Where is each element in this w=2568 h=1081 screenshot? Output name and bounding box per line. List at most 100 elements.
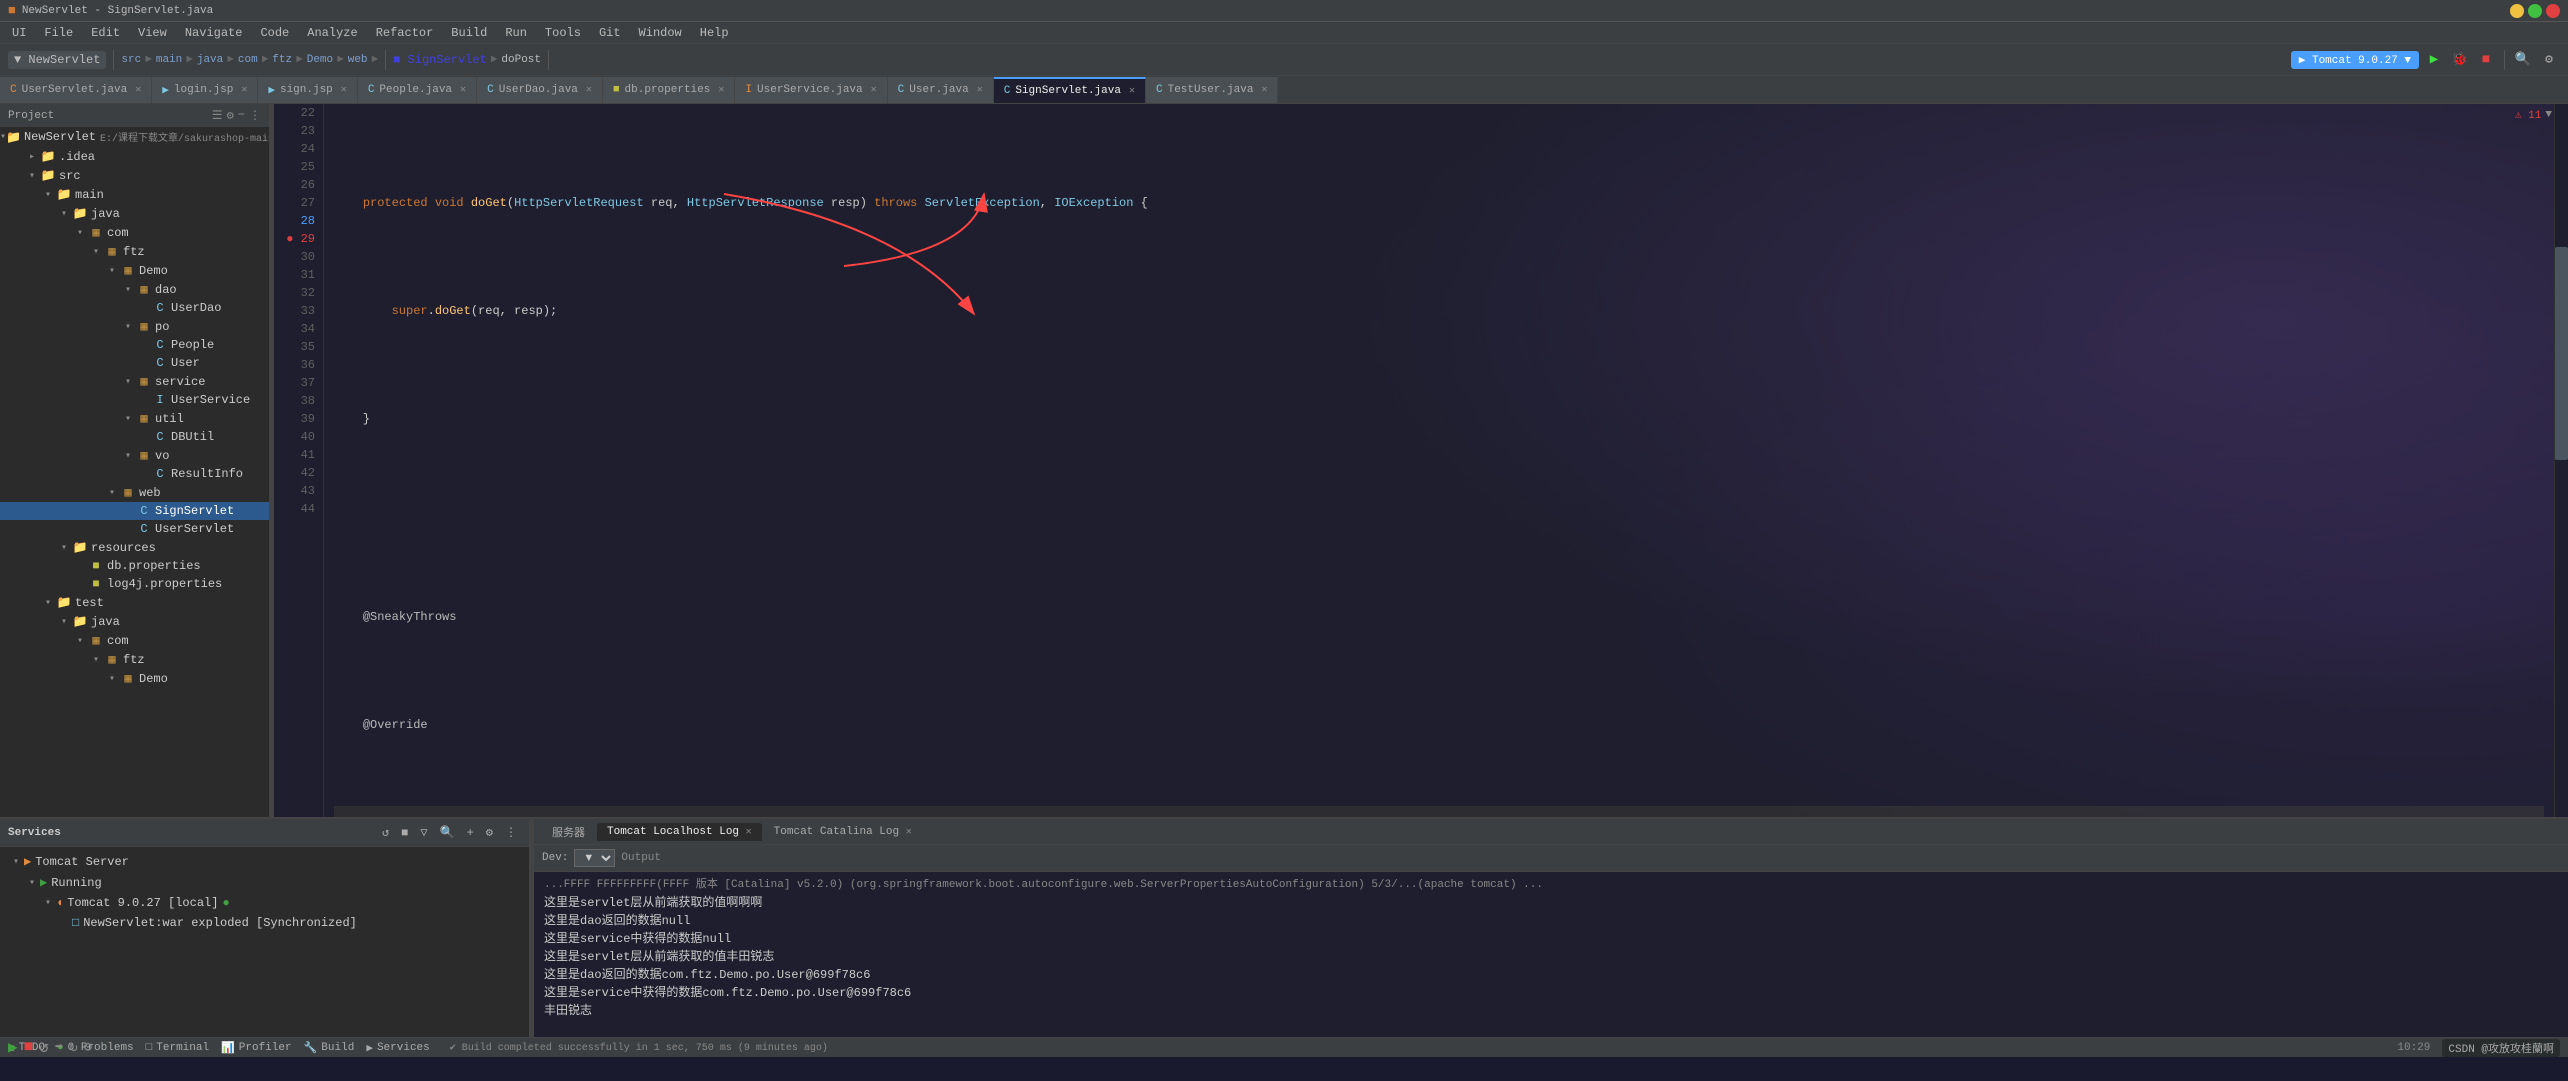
services-btn-filter[interactable]: ▽ <box>416 823 431 842</box>
close-button[interactable] <box>2546 4 2560 18</box>
nav-main[interactable]: main <box>156 54 182 66</box>
tree-item-resources[interactable]: ▾ 📁 resources <box>0 538 269 557</box>
tab-login[interactable]: ▶ login.jsp ✕ <box>152 77 258 103</box>
menu-build[interactable]: Build <box>443 24 495 42</box>
menu-file[interactable]: File <box>36 24 81 42</box>
menu-code[interactable]: Code <box>252 24 297 42</box>
output-tab-localhost-close[interactable]: ✕ <box>746 827 752 838</box>
tree-item-resultinfo[interactable]: C ResultInfo <box>0 465 269 483</box>
services-btn-restart[interactable]: ↺ <box>378 823 393 842</box>
services-options-btn[interactable]: ⋮ <box>501 823 521 842</box>
menu-view[interactable]: View <box>130 24 175 42</box>
services-btn-stop[interactable]: ■ <box>397 824 412 842</box>
sidebar-icon-settings[interactable]: ⚙ <box>227 108 234 123</box>
tab-close-user-servlet[interactable]: ✕ <box>135 84 141 96</box>
sign-servlet-link[interactable]: ■ SignServlet <box>393 53 487 67</box>
output-content[interactable]: ...FFFF FFFFFFFFF(FFFF 版本 [Catalina] v5.… <box>534 872 2568 1037</box>
tab-user-dao[interactable]: C UserDao.java ✕ <box>477 77 603 103</box>
project-selector[interactable]: ▼ NewServlet <box>8 51 106 69</box>
tree-item-userservice[interactable]: I UserService <box>0 391 269 409</box>
services-settings-btn[interactable]: ⚙ <box>482 823 497 842</box>
sidebar-icon-list[interactable]: ☰ <box>212 108 223 123</box>
debug-button[interactable]: 🐞 <box>2449 49 2471 71</box>
tree-item-util[interactable]: ▾ ▦ util <box>0 409 269 428</box>
do-post-link[interactable]: doPost <box>501 54 541 66</box>
tree-item-idea[interactable]: ▸ 📁 .idea <box>0 147 269 166</box>
maximize-button[interactable] <box>2528 4 2542 18</box>
menu-ui[interactable]: UI <box>4 24 34 42</box>
nav-com[interactable]: com <box>238 54 258 66</box>
tree-item-userdao[interactable]: C UserDao <box>0 299 269 317</box>
tree-item-java[interactable]: ▾ 📁 java <box>0 204 269 223</box>
tab-user-service[interactable]: I UserService.java ✕ <box>735 77 887 103</box>
dev-select[interactable]: ▼ <box>574 849 615 867</box>
menu-edit[interactable]: Edit <box>83 24 128 42</box>
services-btn-add[interactable]: + <box>463 824 478 842</box>
tree-item-signservlet[interactable]: C SignServlet <box>0 502 269 520</box>
tree-item-ftz-test[interactable]: ▾ ▦ ftz <box>0 650 269 669</box>
menu-navigate[interactable]: Navigate <box>177 24 251 42</box>
tree-item-dbprops[interactable]: ■ db.properties <box>0 557 269 575</box>
output-tab-catalina-close[interactable]: ✕ <box>906 827 912 838</box>
nav-ftz[interactable]: ftz <box>272 54 292 66</box>
tree-item-dao[interactable]: ▾ ▦ dao <box>0 280 269 299</box>
output-tab-catalina[interactable]: Tomcat Catalina Log ✕ <box>764 823 922 841</box>
minimap-scrollbar[interactable] <box>2554 104 2568 817</box>
stop-button[interactable]: ■ <box>2475 49 2497 71</box>
tab-close-people[interactable]: ✕ <box>460 84 466 96</box>
tree-item-test[interactable]: ▾ 📁 test <box>0 593 269 612</box>
tab-sign[interactable]: ▶ sign.jsp ✕ <box>258 77 357 103</box>
tree-item-demo[interactable]: ▾ ▦ Demo <box>0 261 269 280</box>
error-indicator[interactable]: ⚠ 11 ▼ <box>2515 108 2552 122</box>
tree-item-dbutil[interactable]: C DBUtil <box>0 428 269 446</box>
tab-sign-servlet[interactable]: C SignServlet.java ✕ <box>994 77 1146 103</box>
minimize-button[interactable] <box>2510 4 2524 18</box>
tab-close-sign[interactable]: ✕ <box>341 84 347 96</box>
tab-close-user-dao[interactable]: ✕ <box>586 84 592 96</box>
tree-item-demo-test[interactable]: ▾ ▦ Demo <box>0 669 269 688</box>
run-config[interactable]: ▶ Tomcat 9.0.27 ▼ <box>2291 51 2419 69</box>
tree-item-main[interactable]: ▾ 📁 main <box>0 185 269 204</box>
tab-db[interactable]: ■ db.properties ✕ <box>603 77 735 103</box>
menu-help[interactable]: Help <box>692 24 737 42</box>
run-button[interactable]: ▶ <box>2423 49 2445 71</box>
tab-close-test-user[interactable]: ✕ <box>1261 84 1267 96</box>
srv-item-running[interactable]: ▾ ▶ Running <box>0 872 529 893</box>
tree-item-vo[interactable]: ▾ ▦ vo <box>0 446 269 465</box>
menu-refactor[interactable]: Refactor <box>368 24 442 42</box>
tab-close-sign-servlet[interactable]: ✕ <box>1129 85 1135 97</box>
tree-item-people[interactable]: C People <box>0 336 269 354</box>
tab-close-db[interactable]: ✕ <box>718 84 724 96</box>
srv-item-tomcat-server[interactable]: ▾ ▶ Tomcat Server <box>0 851 529 872</box>
nav-demo[interactable]: Demo <box>307 54 333 66</box>
status-build[interactable]: 🔧 Build <box>304 1041 355 1055</box>
tab-test-user[interactable]: C TestUser.java ✕ <box>1146 77 1278 103</box>
tab-close-login[interactable]: ✕ <box>241 84 247 96</box>
tab-people[interactable]: C People.java ✕ <box>358 77 477 103</box>
tab-user-servlet[interactable]: C UserServlet.java ✕ <box>0 77 152 103</box>
tab-user[interactable]: C User.java ✕ <box>888 77 994 103</box>
tree-item-java-test[interactable]: ▾ 📁 java <box>0 612 269 631</box>
search-button[interactable]: 🔍 <box>2512 49 2534 71</box>
menu-window[interactable]: Window <box>631 24 690 42</box>
tree-item-com-test[interactable]: ▾ ▦ com <box>0 631 269 650</box>
tab-close-user-service[interactable]: ✕ <box>871 84 877 96</box>
tree-item-web[interactable]: ▾ ▦ web <box>0 483 269 502</box>
sidebar-icon-gear[interactable]: ⋮ <box>249 108 261 123</box>
srv-item-tomcat927[interactable]: ▾ ◖ Tomcat 9.0.27 [local] ● <box>0 893 529 913</box>
services-btn-search[interactable]: 🔍 <box>436 823 459 842</box>
tree-item-newservlet[interactable]: ▾ 📁 NewServlet E:/课程下载文章/sakurashop-main… <box>0 127 269 147</box>
tree-item-user[interactable]: C User <box>0 354 269 372</box>
menu-tools[interactable]: Tools <box>537 24 589 42</box>
tree-item-com[interactable]: ▾ ▦ com <box>0 223 269 242</box>
tree-item-log4j[interactable]: ■ log4j.properties <box>0 575 269 593</box>
output-tab-localhost[interactable]: Tomcat Localhost Log ✕ <box>597 823 762 841</box>
menu-git[interactable]: Git <box>591 24 629 42</box>
tree-item-userservlet[interactable]: C UserServlet <box>0 520 269 538</box>
menu-run[interactable]: Run <box>497 24 535 42</box>
nav-java[interactable]: java <box>197 54 223 66</box>
tree-item-ftz[interactable]: ▾ ▦ ftz <box>0 242 269 261</box>
nav-src[interactable]: src <box>121 54 141 66</box>
status-services[interactable]: ▶ Services <box>366 1041 429 1055</box>
tree-item-service[interactable]: ▾ ▦ service <box>0 372 269 391</box>
